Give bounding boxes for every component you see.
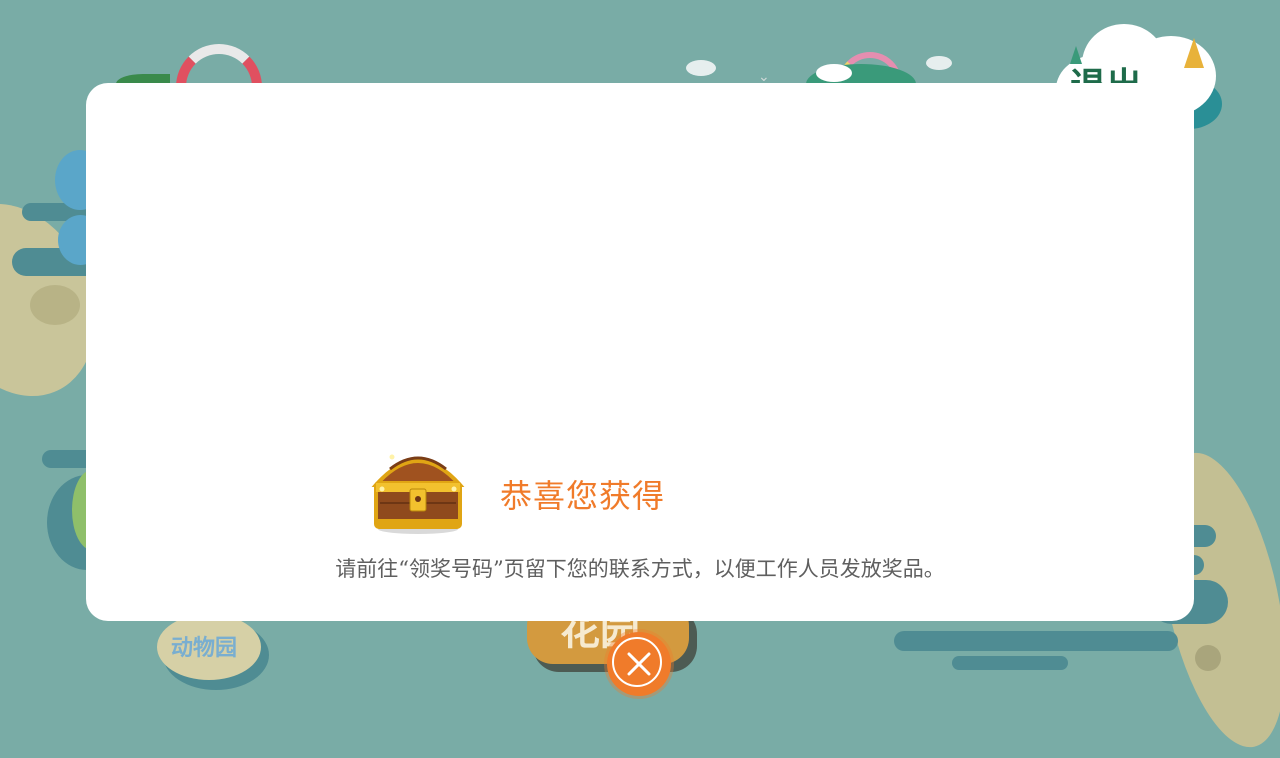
tree-icon [1070, 46, 1082, 64]
water-bar [894, 631, 1178, 651]
sand-blob [30, 285, 80, 325]
water-bar [952, 656, 1068, 670]
bird-icon: ⌄ [758, 69, 770, 85]
cloud [686, 60, 716, 76]
tree-icon [1184, 38, 1204, 68]
dialog-title: 恭喜您获得 [500, 477, 666, 515]
close-button[interactable] [607, 632, 671, 696]
dialog-message: 请前往“领奖号码”页留下您的联系方式，以便工作人员发放奖品。 [335, 557, 945, 581]
close-icon [627, 652, 651, 676]
treasure-chest-icon [371, 454, 465, 534]
cloud [816, 64, 852, 82]
sand-blob [1195, 645, 1221, 671]
cloud [926, 56, 952, 70]
zoo-label: 动物园 [171, 636, 238, 661]
zoo-button[interactable]: 动物园 [157, 614, 269, 690]
prize-dialog: 恭喜您获得 请前往“领奖号码”页留下您的联系方式，以便工作人员发放奖品。 [86, 83, 1194, 621]
